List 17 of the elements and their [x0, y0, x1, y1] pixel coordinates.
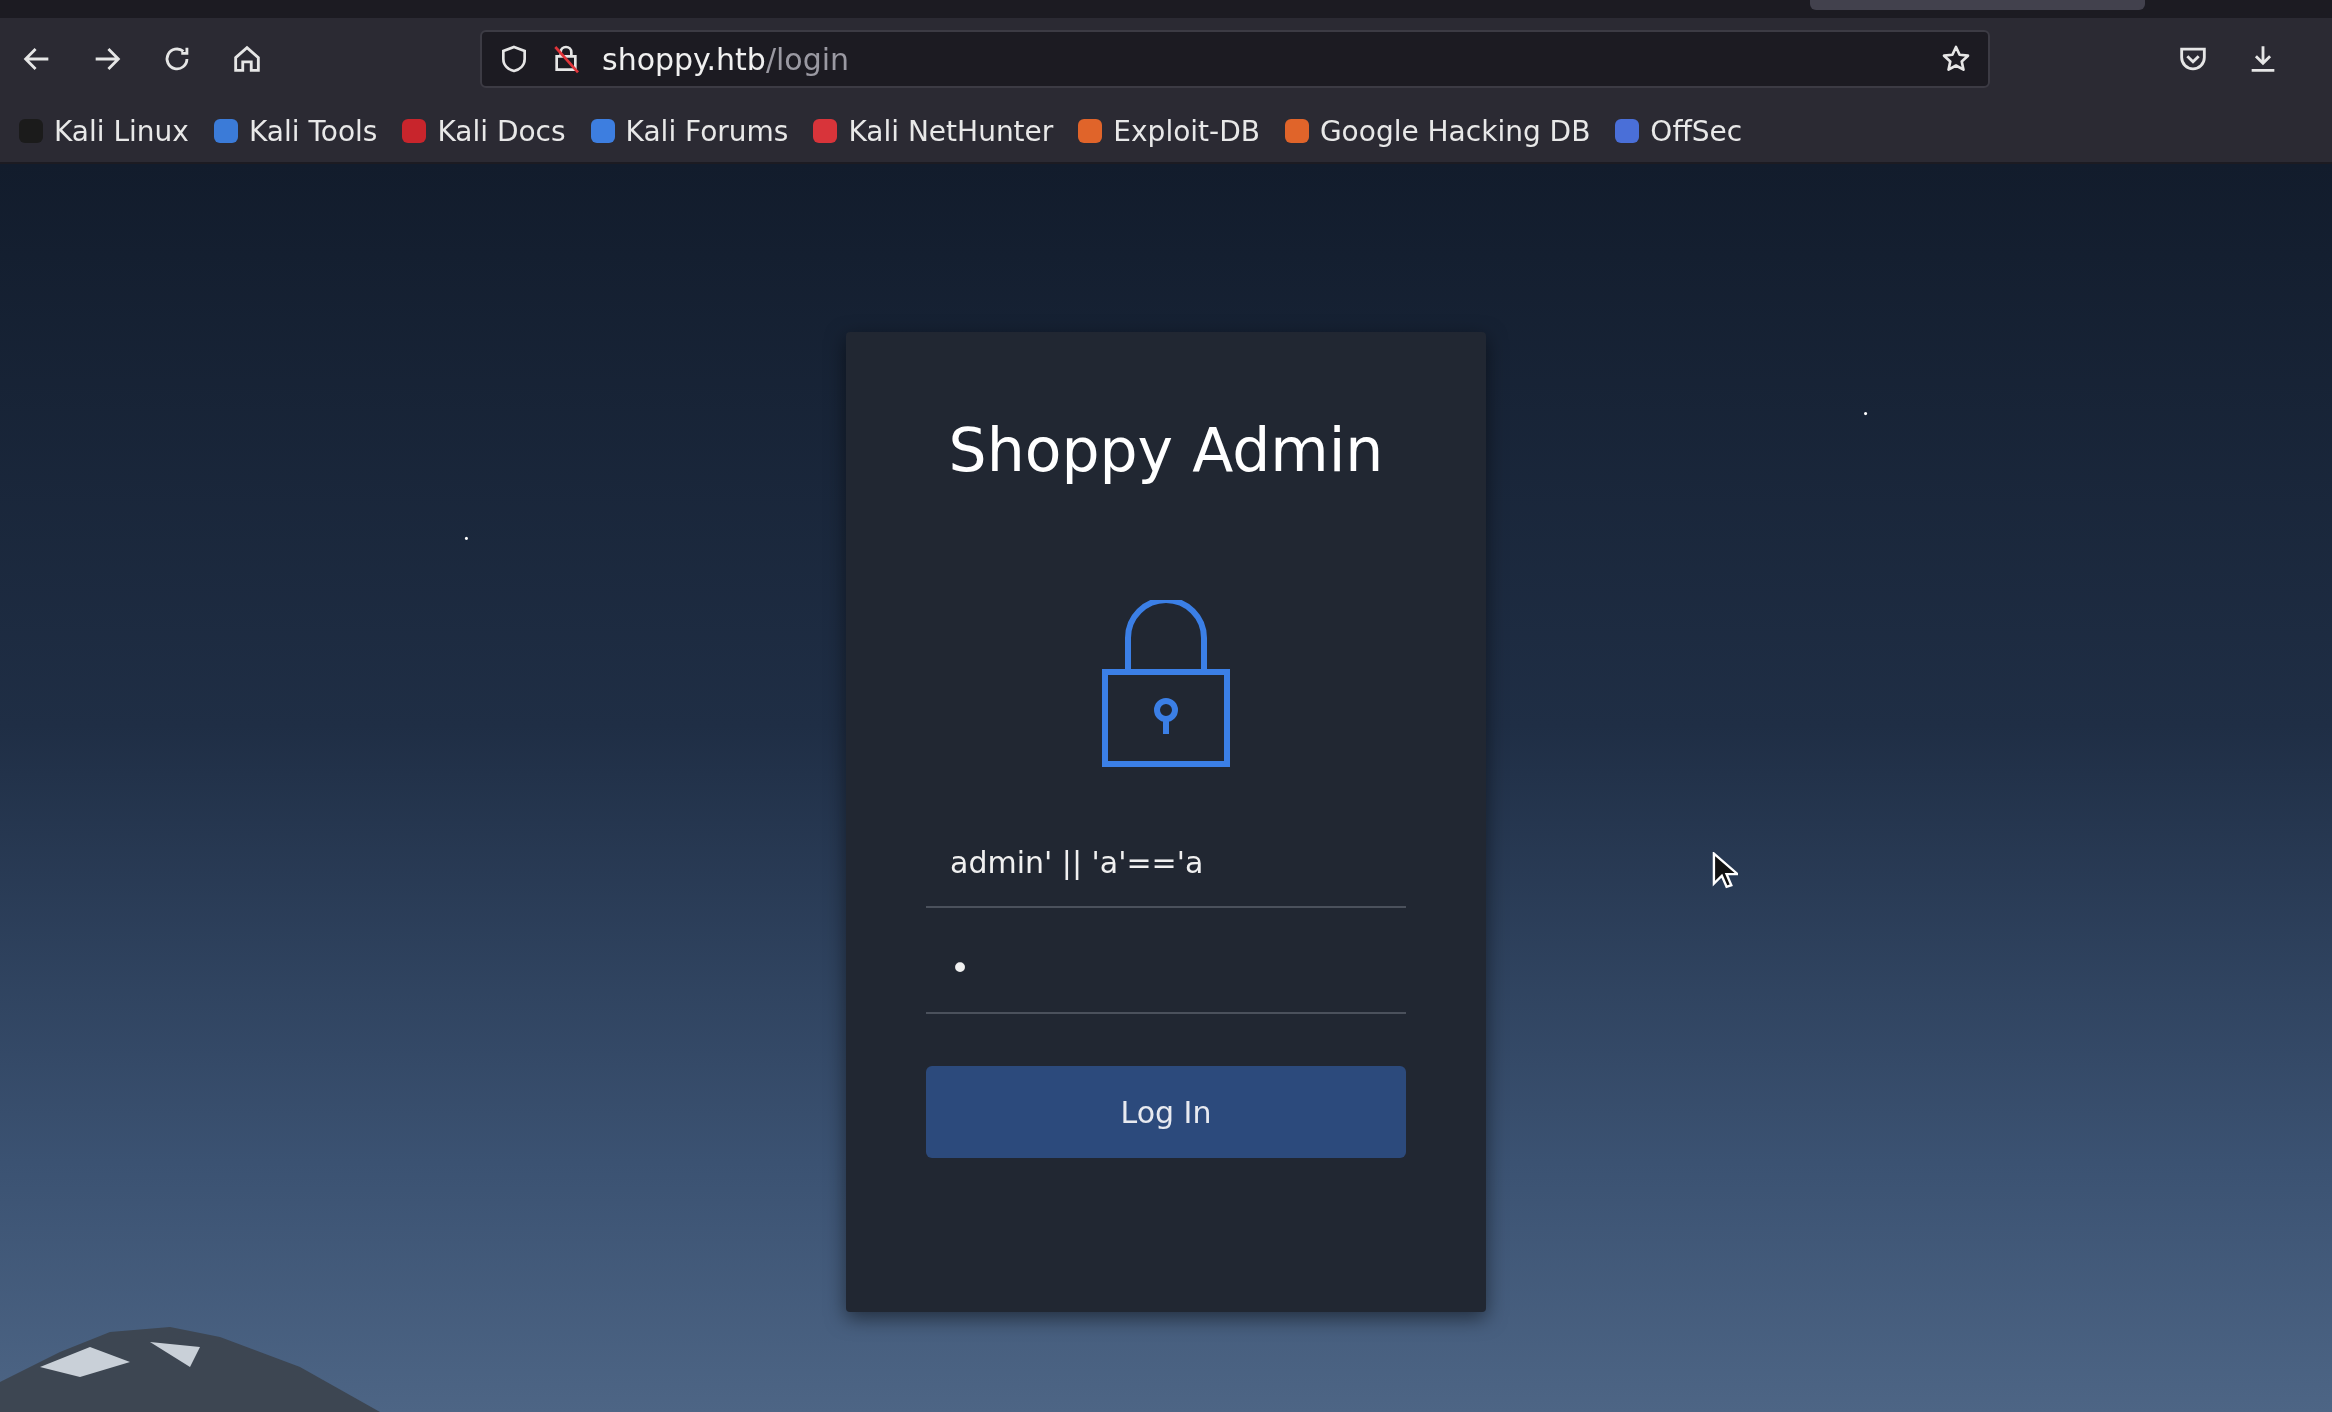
- bookmark-link[interactable]: Kali Docs: [399, 114, 566, 148]
- url-host: shoppy.htb: [602, 41, 766, 77]
- bookmark-link[interactable]: Kali Linux: [16, 114, 189, 148]
- bookmark-link[interactable]: Kali Tools: [210, 114, 378, 148]
- bookmark-link[interactable]: OffSec: [1612, 114, 1743, 148]
- login-button[interactable]: Log In: [926, 1066, 1406, 1158]
- password-field[interactable]: •: [926, 924, 1406, 1014]
- mouse-pointer-icon: [1712, 852, 1738, 890]
- bookmark-link[interactable]: Kali NetHunter: [810, 114, 1054, 148]
- login-title: Shoppy Admin: [948, 414, 1384, 487]
- padlock-icon: [1101, 600, 1231, 768]
- bookmark-link[interactable]: Kali Forums: [587, 114, 789, 148]
- username-field[interactable]: admin' || 'a'=='a: [926, 818, 1406, 908]
- url-path: /login: [765, 41, 850, 77]
- bookmark-link[interactable]: Exploit-DB: [1075, 114, 1260, 148]
- address-bar[interactable]: shoppy.htb/login: [480, 30, 1990, 88]
- bookmark-link[interactable]: Google Hacking DB: [1281, 114, 1591, 148]
